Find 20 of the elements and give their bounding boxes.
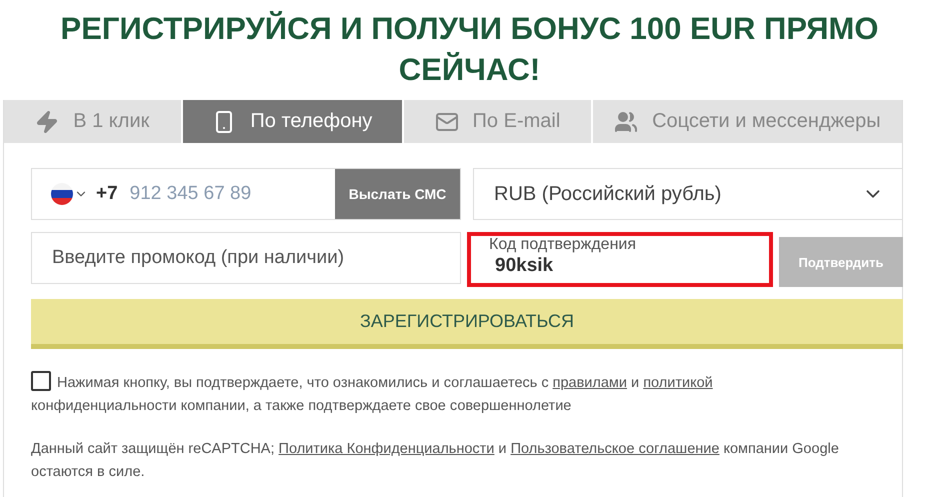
- text-link[interactable]: Политика Конфиденциальности: [278, 441, 494, 457]
- field-label: Код подтверждения: [489, 236, 638, 254]
- lightning-icon: [35, 110, 60, 134]
- register-button[interactable]: ЗАРЕГИСТРИРОВАТЬСЯ: [31, 299, 903, 349]
- confirmation-code-field[interactable]: Код подтверждения 90ksik: [467, 232, 773, 287]
- text-link[interactable]: Пользовательское соглашение: [510, 441, 720, 457]
- country-code: +7: [96, 183, 118, 205]
- send-sms-button[interactable]: Выслать СМС: [335, 169, 460, 219]
- checkbox[interactable]: [31, 371, 51, 391]
- recaptcha-notice: Данный сайт защищён reCAPTCHA; Политика Конфиденциальности и Пользовательское соглашение компании Google остаются в силе.: [31, 440, 840, 482]
- phone-field[interactable]: +7 912 345 67 89 Выслать СМС: [31, 168, 461, 220]
- promo-field[interactable]: Введите промокод (при наличии): [31, 232, 461, 284]
- flag-icon: [50, 182, 74, 206]
- people-icon: [614, 110, 638, 134]
- text-link[interactable]: правилами: [552, 375, 628, 391]
- text-link[interactable]: политикой: [643, 375, 713, 391]
- tab[interactable]: По телефону: [182, 100, 402, 143]
- page-heading: РЕГИСТРИРУЙСЯ И ПОЛУЧИ БОНУС 100 EUR ПРЯМО СЕЙЧАС!: [60, 10, 880, 89]
- consent-text: Нажимая кнопку, вы подтверждаете, что ознакомились и соглашаетесь с правилами и политикой конфиденциальности компании, а также подтверждаете свое совершеннолетие: [31, 371, 821, 418]
- currency-select[interactable]: RUB (Российский рубль): [473, 168, 903, 220]
